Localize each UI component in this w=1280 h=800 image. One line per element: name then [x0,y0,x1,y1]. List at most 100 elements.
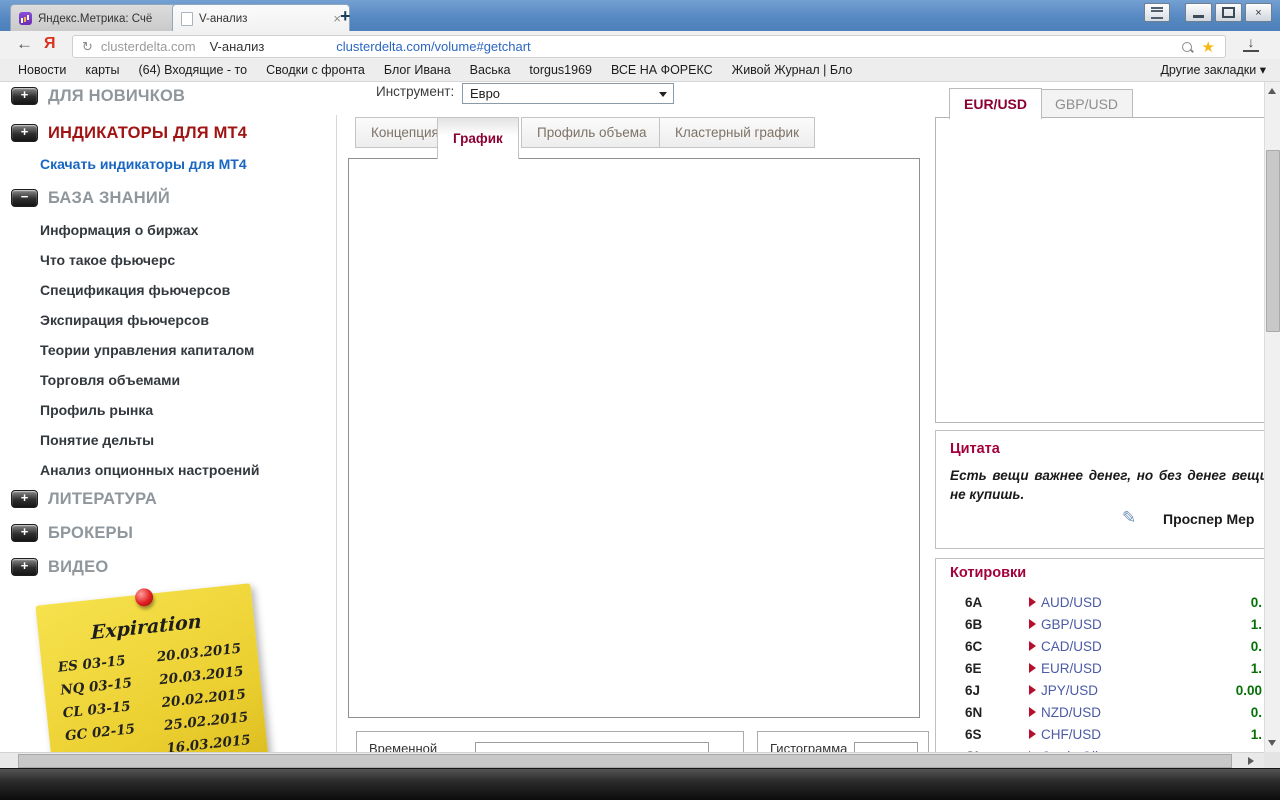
quote-pair-link[interactable]: EUR/USD [1041,661,1102,676]
bookmark-item[interactable]: Блог Ивана [384,63,451,77]
red-arrow-icon [1029,685,1036,695]
sidebar-section-label: ИНДИКАТОРЫ ДЛЯ MT4 [48,124,247,143]
address-url[interactable]: clusterdelta.com/volume#getchart [336,39,530,54]
scroll-up-icon[interactable] [1268,88,1276,94]
tab-close-icon[interactable]: × [327,11,341,26]
quote-value: 1. [1162,661,1262,676]
sidebar-item-понятие-дельты[interactable]: Понятие дельты [0,428,336,452]
browser-tab-metrica[interactable]: Яндекс.Метрика: Счё [10,4,186,32]
quote-value: 0.00 [1162,683,1262,698]
red-arrow-icon [1029,641,1036,651]
sidebar-item-экспирация-фьючерсов[interactable]: Экспирация фьючерсов [0,308,336,332]
tab-кластерный-график[interactable]: Кластерный график [659,117,815,148]
quote-symbol-code: 6C [965,639,982,654]
quote-symbol-code: 6B [965,617,982,632]
sidebar-item-видео[interactable]: +ВИДЕО [0,555,336,579]
yandex-logo[interactable]: Я [44,35,56,53]
bookmark-star-icon[interactable]: ★ [1202,38,1215,56]
sidebar-item-торговля-объемами[interactable]: Торговля объемами [0,368,336,392]
sidebar-item-индикаторы-для-mt4[interactable]: + ИНДИКАТОРЫ ДЛЯ MT4 [0,121,336,145]
sidebar-item-скачать-индикаторы-для-mt4[interactable]: Скачать индикаторы для MT4 [0,152,336,176]
red-arrow-icon [1029,663,1036,673]
sidebar-section-label: БРОКЕРЫ [48,524,133,543]
sidebar-item-теории-управления-капиталом[interactable]: Теории управления капиталом [0,338,336,362]
expand-plus-icon[interactable]: + [11,490,38,508]
back-button[interactable]: ← [16,34,33,54]
expand-plus-icon[interactable]: + [11,558,38,576]
quote-pair-link[interactable]: AUD/USD [1041,595,1102,610]
browser-tab-vanaliz[interactable]: V-анализ × [172,4,350,32]
horizontal-scrollbar-thumb[interactable] [18,754,1232,768]
quote-symbol-code: 6N [965,705,982,720]
scroll-down-icon[interactable] [1268,740,1276,746]
tab-профиль-объема[interactable]: Профиль объема [521,117,663,148]
sidebar-section-label: ЛИТЕРАТУРА [48,490,157,509]
other-bookmarks-button[interactable]: Другие закладки ▾ [1160,62,1266,77]
sidebar-item-литература[interactable]: + ЛИТЕРАТУРА [0,487,336,511]
close-button[interactable]: × [1245,3,1272,22]
sidebar-item-информация-о-биржах[interactable]: Информация о биржах [0,218,336,242]
bookmark-item[interactable]: Новости [18,63,66,77]
quote-pair-link[interactable]: JPY/USD [1041,683,1098,698]
bookmark-item[interactable]: (64) Входящие - то [138,63,247,77]
bookmark-item[interactable]: Сводки с фронта [266,63,365,77]
sidebar-item-база-знаний[interactable]: −БАЗА ЗНАНИЙ [0,186,336,210]
pair-tab-gbpusd[interactable]: GBP/USD [1040,89,1133,118]
address-site: clusterdelta.com [101,39,196,54]
instrument-label: Инструмент: [376,84,454,99]
screen: Яндекс.Метрика: Счё V-анализ × + × ← Я ↻… [0,0,1280,800]
bookmark-item[interactable]: Васька [470,63,511,77]
new-tab-button[interactable]: + [340,7,351,25]
refresh-icon[interactable]: ↻ [82,39,93,55]
mini-chart-box [935,117,1280,423]
minimize-button[interactable] [1185,3,1212,22]
bookmark-item[interactable]: torgus1969 [529,63,592,77]
sidebar-item-спецификация-фьючерсов[interactable]: Спецификация фьючерсов [0,278,336,302]
note-contract: NQ 03-15 [60,675,133,698]
tab-график[interactable]: График [437,117,519,159]
collapse-minus-icon[interactable]: − [11,189,38,207]
minimize-icon [1193,15,1204,18]
chevron-down-icon [659,92,667,97]
search-icon[interactable] [1182,42,1192,52]
quotes-title: Котировки [950,565,1026,581]
scroll-right-icon[interactable] [1248,757,1254,765]
sidebar-item-что-такое-фьючерс[interactable]: Что такое фьючерс [0,248,336,272]
bookmark-item[interactable]: ВСЕ НА ФОРЕКС [611,63,713,77]
address-bar[interactable]: ↻ clusterdelta.com V-анализ clusterdelta… [72,35,1226,58]
sidebar-item-профиль-рынка[interactable]: Профиль рынка [0,398,336,422]
note-contract: CL 03-15 [62,698,131,721]
bookmark-item[interactable]: карты [85,63,119,77]
sidebar-item-label: Экспирация фьючерсов [40,312,209,328]
expand-plus-icon[interactable]: + [11,524,38,542]
sidebar-item-для-новичков[interactable]: +ДЛЯ НОВИЧКОВ [0,84,336,108]
quote-box-title: Цитата [950,441,1000,457]
sidebar-item-label: Спецификация фьючерсов [40,282,230,298]
quote-value: 0. [1162,595,1262,610]
sidebar-item-label: Что такое фьючерс [40,252,175,268]
note-contract: GC 02-15 [64,721,135,744]
quote-pair-link[interactable]: GBP/USD [1041,617,1102,632]
quote-pair-link[interactable]: CAD/USD [1041,639,1102,654]
pair-tab-eurusd[interactable]: EUR/USD [949,88,1042,119]
quote-value: 1. [1162,727,1262,742]
bookmark-item[interactable]: Живой Журнал | Бло [732,63,853,77]
restore-icon [1222,7,1235,18]
downloads-icon[interactable]: ↓ [1243,35,1259,52]
restore-button[interactable] [1215,3,1242,22]
quote-pair-link[interactable]: CHF/USD [1041,727,1101,742]
browser-menu-button[interactable] [1144,3,1170,22]
vertical-scrollbar-thumb[interactable] [1266,150,1280,332]
quote-symbol-code: 6J [965,683,980,698]
quote-pair-link[interactable]: NZD/USD [1041,705,1101,720]
instrument-select[interactable]: Евро [462,83,674,104]
sidebar-item-анализ-опционных-настроений[interactable]: Анализ опционных настроений [0,458,336,482]
sidebar-item-label: Понятие дельты [40,432,154,448]
sidebar-item-label: Профиль рынка [40,402,153,418]
pen-icon: ✎ [1122,508,1136,528]
quote-value: 0. [1162,639,1262,654]
expand-plus-icon[interactable]: + [11,124,38,142]
expand-plus-icon[interactable]: + [11,87,38,105]
sidebar-item-брокеры[interactable]: + БРОКЕРЫ [0,521,336,545]
note-date: 25.02.2015 [163,709,249,734]
